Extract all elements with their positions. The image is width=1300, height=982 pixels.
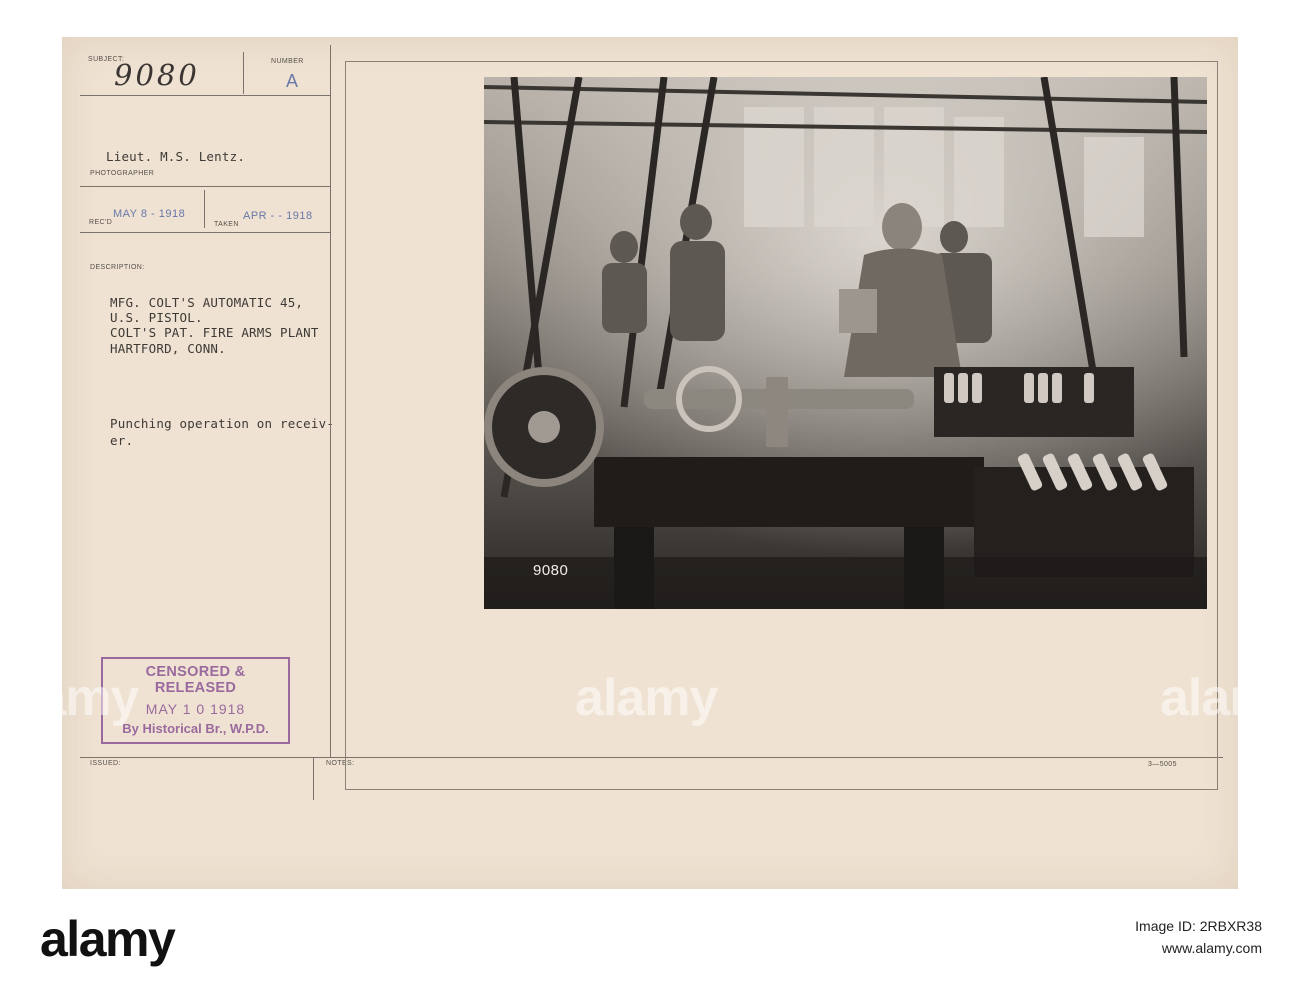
taken-label: TAKEN — [214, 221, 239, 228]
caption-line-1: Punching operation on receiv- — [110, 416, 335, 431]
subject-number: 9080 — [114, 58, 200, 92]
image-id: Image ID: 2RBXR38 — [1135, 918, 1262, 934]
description-line-4: HARTFORD, CONN. — [110, 341, 226, 356]
factory-photograph — [484, 77, 1207, 609]
site-url[interactable]: www.alamy.com — [1162, 940, 1262, 956]
description-line-1: MFG. COLT'S AUTOMATIC 45, — [110, 295, 304, 310]
photo-illustration — [484, 77, 1207, 609]
recd-divider — [204, 190, 205, 228]
number-label: NUMBER — [271, 58, 304, 65]
issued-label: ISSUED: — [90, 760, 121, 767]
negative-number: 9080 — [533, 562, 569, 579]
watermark-left: alamy — [0, 669, 139, 727]
issued-divider — [313, 757, 314, 800]
description-line-2: U.S. PISTOL. — [110, 310, 203, 325]
number-value: A — [286, 71, 299, 91]
stock-footer — [0, 891, 1300, 982]
photographer-name: Lieut. M.S. Lentz. — [106, 149, 246, 164]
subject-divider — [243, 52, 244, 94]
subject-underline — [80, 95, 330, 96]
dates-line — [80, 232, 330, 233]
caption-line-2: er. — [110, 433, 134, 448]
form-right-border — [330, 45, 331, 757]
photographer-label: PHOTOGRAPHER — [90, 170, 155, 177]
recd-date: MAY 8 - 1918 — [113, 208, 186, 220]
photographer-line — [80, 186, 330, 187]
alamy-logo[interactable]: alamy — [40, 910, 176, 968]
description-label: DESCRIPTION: — [90, 264, 145, 271]
description-line-3: COLT'S PAT. FIRE ARMS PLANT — [110, 325, 319, 340]
watermark-right: alamy — [1160, 669, 1300, 727]
recd-label: REC'D — [89, 219, 113, 226]
taken-date: APR - - 1918 — [243, 210, 313, 222]
watermark-center: alamy — [575, 669, 718, 727]
